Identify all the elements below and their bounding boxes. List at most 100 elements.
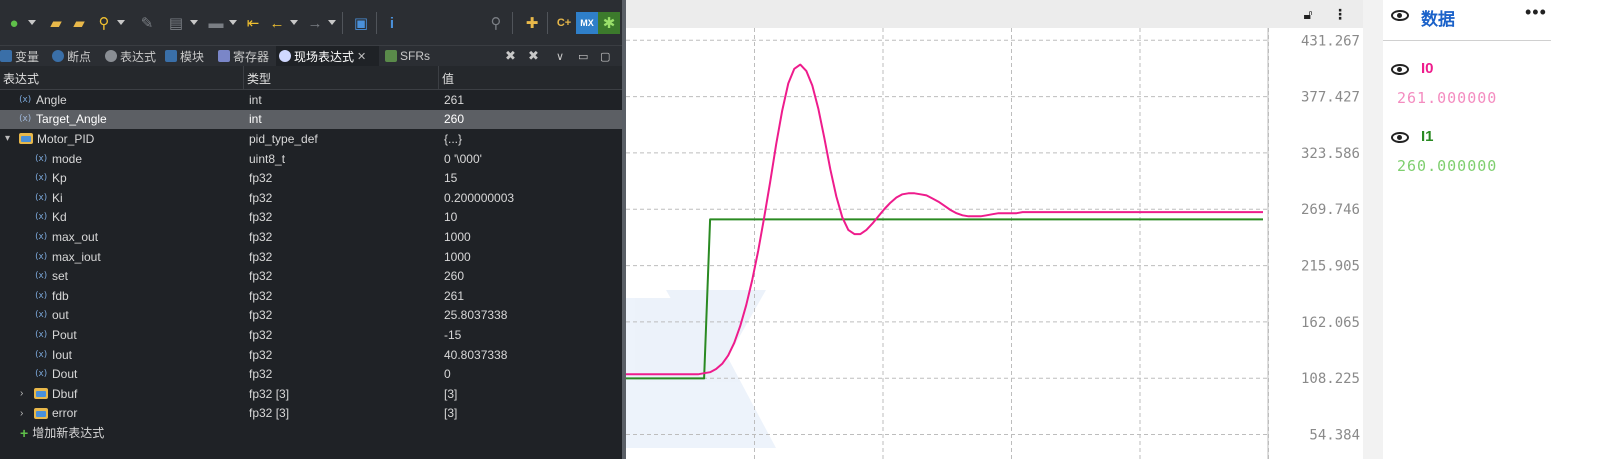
table-row[interactable]: (x) Ki fp32 0.200000003	[0, 188, 622, 208]
chevron-down-icon[interactable]	[290, 20, 298, 25]
table-row[interactable]: (x) Dout fp32 0	[0, 364, 622, 384]
expression-type: fp32	[249, 171, 273, 186]
tab-label: 现场表达式	[294, 49, 355, 64]
tab-breakpoints[interactable]: 断点	[52, 46, 91, 66]
column-header-label: 表达式	[3, 71, 40, 86]
tab-expressions[interactable]: 表达式	[105, 46, 156, 66]
chevron-down-icon[interactable]: ∨	[556, 46, 564, 66]
table-row[interactable]: (x) set fp32 260	[0, 266, 622, 286]
expression-value[interactable]: 10	[444, 208, 457, 228]
eye-icon[interactable]	[1391, 64, 1409, 75]
toolbar-separator	[547, 12, 548, 34]
chevron-down-icon[interactable]: ▾	[5, 133, 15, 144]
tab-modules[interactable]: 模块	[165, 46, 204, 66]
expression-value[interactable]: 1000	[444, 227, 471, 247]
expression-value[interactable]: -15	[444, 325, 461, 345]
table-row[interactable]: › error fp32 [3] [3]	[0, 404, 622, 424]
tab-label: 寄存器	[233, 49, 270, 64]
expression-value: {...}	[444, 131, 463, 146]
expression-type: fp32	[249, 269, 273, 284]
expression-value[interactable]: 260	[444, 266, 464, 286]
expression-value[interactable]: 15	[444, 168, 457, 188]
unlock-icon[interactable]: 🔓︎	[1298, 4, 1318, 24]
copy-icon[interactable]: ▤	[165, 12, 187, 34]
debug-bug-icon[interactable]: ✱	[598, 12, 620, 34]
window-icon[interactable]: ▣	[350, 12, 372, 34]
chevron-right-icon[interactable]: ›	[20, 388, 30, 399]
maximize-icon[interactable]: ▢	[600, 46, 610, 66]
edit-icon[interactable]: ✎	[136, 12, 158, 34]
back-icon[interactable]: ⇤	[242, 12, 264, 34]
search-icon[interactable]: ⚲	[485, 12, 507, 34]
expression-value[interactable]: 1000	[444, 247, 471, 267]
expression-value[interactable]: 260	[444, 110, 464, 130]
table-row[interactable]: (x) Kd fp32 10	[0, 208, 622, 228]
expression-value[interactable]: 261	[444, 90, 464, 110]
open-folder-icon[interactable]: ▰	[45, 12, 67, 34]
cpp-icon[interactable]: C+	[553, 12, 575, 34]
expression-name: out	[52, 308, 69, 323]
forward-arrow-icon[interactable]: →	[304, 12, 326, 34]
add-expression-row[interactable]: + 增加新表达式	[0, 423, 622, 443]
minimize-icon[interactable]: ▭	[578, 46, 588, 66]
table-row[interactable]: (x) Kp fp32 15	[0, 168, 622, 188]
chevron-down-icon[interactable]	[190, 20, 198, 25]
info-icon[interactable]: i	[381, 12, 403, 34]
save-icon[interactable]: ▬	[205, 12, 227, 34]
tab-sfrs[interactable]: SFRs	[385, 46, 430, 66]
y-tick-label: 377.427	[1301, 90, 1360, 106]
expression-name: Motor_PID	[37, 131, 95, 146]
table-row[interactable]: (x) Target_Angle int 260	[0, 109, 622, 130]
series-name-i0[interactable]: I0	[1421, 60, 1434, 77]
eye-icon[interactable]	[1391, 132, 1409, 143]
new-icon[interactable]: ✚	[521, 12, 543, 34]
chevron-down-icon[interactable]	[28, 20, 36, 25]
chevron-down-icon[interactable]	[117, 20, 125, 25]
expression-value[interactable]: 261	[444, 286, 464, 306]
expression-value[interactable]: 25.8037338	[444, 306, 507, 326]
mx-icon[interactable]: MX	[576, 12, 598, 34]
tab-variables[interactable]: 变量	[0, 46, 39, 66]
eye-icon[interactable]	[1391, 10, 1409, 21]
close-icon[interactable]: ✕	[357, 50, 366, 63]
table-row[interactable]: (x) Pout fp32 -15	[0, 325, 622, 345]
expression-value[interactable]: 0	[444, 364, 451, 384]
column-header-type[interactable]: 类型	[244, 66, 439, 90]
table-row[interactable]: (x) Angle int 261	[0, 90, 622, 110]
column-header-value[interactable]: 值	[439, 66, 622, 90]
remove-icon[interactable]: ✖	[528, 46, 539, 66]
tab-registers[interactable]: 寄存器	[218, 46, 269, 66]
search-file-icon[interactable]: ▰	[68, 12, 90, 34]
y-tick-label: 215.905	[1301, 259, 1360, 275]
expression-type: fp32	[249, 190, 273, 205]
expression-name: Angle	[36, 92, 67, 107]
debug-run-icon[interactable]: ●	[3, 12, 25, 34]
table-row[interactable]: (x) Iout fp32 40.8037338	[0, 345, 622, 365]
more-icon[interactable]: •••	[1525, 2, 1547, 23]
chevron-down-icon[interactable]	[229, 20, 237, 25]
series-name-i1[interactable]: I1	[1421, 128, 1434, 145]
back-arrow-icon[interactable]: ←	[266, 12, 288, 34]
table-row[interactable]: › Dbuf fp32 [3] [3]	[0, 384, 622, 404]
more-vertical-icon[interactable]: ⋮	[1330, 4, 1350, 24]
table-row[interactable]: ▾ Motor_PID pid_type_def {...}	[0, 129, 622, 149]
table-row[interactable]: (x) max_out fp32 1000	[0, 227, 622, 247]
tab-live-expressions[interactable]: 现场表达式 ✕	[276, 46, 379, 66]
table-row[interactable]: (x) mode uint8_t 0 '\000'	[0, 149, 622, 169]
expression-value[interactable]: 0 '\000'	[444, 149, 482, 169]
struct-icon	[19, 133, 33, 145]
search-icon[interactable]: ⚲	[93, 12, 115, 34]
expression-type: fp32	[249, 229, 273, 244]
expression-value[interactable]: 0.200000003	[444, 188, 514, 208]
table-row[interactable]: (x) fdb fp32 261	[0, 286, 622, 306]
chevron-right-icon[interactable]: ›	[20, 408, 30, 419]
remove-all-icon[interactable]: ✖	[505, 46, 516, 66]
column-header-expression[interactable]: 表达式	[0, 66, 244, 90]
chevron-down-icon[interactable]	[328, 20, 336, 25]
table-row[interactable]: (x) out fp32 25.8037338	[0, 306, 622, 326]
expression-type: fp32 [3]	[249, 406, 290, 421]
expression-value[interactable]: 40.8037338	[444, 345, 507, 365]
table-row[interactable]: (x) max_iout fp32 1000	[0, 247, 622, 267]
sfrs-icon	[385, 50, 397, 62]
variable-icon: (x)	[34, 173, 48, 184]
